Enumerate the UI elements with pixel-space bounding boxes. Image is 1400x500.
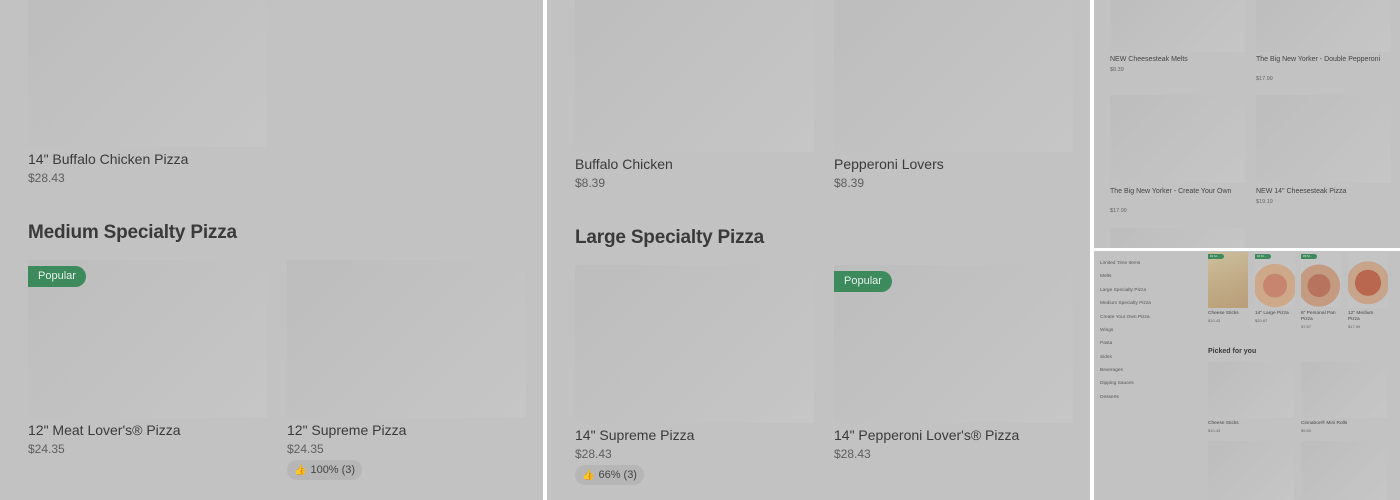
cheesesteak-pizza-image[interactable] bbox=[1256, 95, 1391, 183]
item-price: $8.39 bbox=[575, 176, 606, 190]
buffalo-chicken-image[interactable] bbox=[575, 0, 814, 152]
item-name[interactable]: NEW 14" Cheesesteak Pizza bbox=[1256, 187, 1391, 196]
category-link-wings[interactable]: Wings bbox=[1100, 328, 1113, 333]
rank-badge: #2 M... bbox=[1255, 254, 1271, 259]
menu-panel-limited-items: NEW Cheesesteak Melts $8.39 The Big New … bbox=[1094, 0, 1400, 248]
item-name[interactable]: 14" Large Pizza bbox=[1255, 311, 1297, 317]
cheesesteak-melts-image[interactable] bbox=[1110, 0, 1245, 52]
supreme-pizza-image[interactable] bbox=[287, 260, 526, 418]
rating-badge: 👍 100% (3) bbox=[287, 460, 363, 480]
section-title: Large Specialty Pizza bbox=[575, 227, 765, 248]
popular-badge: Popular bbox=[28, 266, 86, 287]
cinnabon-mini-rolls-image[interactable] bbox=[1301, 362, 1387, 418]
pepperoni-lovers-image[interactable] bbox=[834, 0, 1073, 152]
item-name[interactable]: Cheese Sticks bbox=[1208, 311, 1250, 317]
item-price: $7.67 bbox=[1301, 324, 1312, 329]
large-pizza-thumbnail[interactable]: #2 M... bbox=[1255, 252, 1295, 308]
menu-panel-large-specialty: Buffalo Chicken $8.39 Pepperoni Lovers $… bbox=[547, 0, 1090, 500]
item-price: $10.43 bbox=[1208, 428, 1221, 433]
double-pepperoni-image[interactable] bbox=[1256, 0, 1391, 52]
item-name[interactable]: 12" Meat Lover's® Pizza bbox=[28, 422, 181, 438]
popular-badge: Popular bbox=[834, 271, 892, 292]
item-name[interactable]: 12" Medium Pizza bbox=[1348, 311, 1378, 322]
personal-pan-pizza-thumbnail[interactable]: #3 M... bbox=[1301, 252, 1341, 308]
buffalo-chicken-pizza-image[interactable] bbox=[28, 0, 267, 147]
next-picked-item-image[interactable] bbox=[1301, 441, 1387, 500]
item-name[interactable]: Buffalo Chicken bbox=[575, 156, 673, 172]
picked-for-you-heading: Picked for you bbox=[1208, 348, 1257, 355]
category-link-pasta[interactable]: Pasta bbox=[1100, 341, 1112, 346]
create-your-own-image[interactable] bbox=[1110, 95, 1245, 183]
thumbs-up-icon: 👍 bbox=[582, 470, 595, 481]
menu-panel-medium-specialty: 14" Buffalo Chicken Pizza $28.43 Medium … bbox=[0, 0, 543, 500]
item-name[interactable]: Cheese Sticks bbox=[1208, 421, 1294, 427]
cheese-sticks-thumbnail[interactable]: #1 M... bbox=[1208, 252, 1248, 308]
item-name[interactable]: 14" Supreme Pizza bbox=[575, 427, 694, 443]
item-name[interactable]: 6" Personal Pan Pizza bbox=[1301, 311, 1341, 322]
item-price: $17.99 bbox=[1110, 208, 1127, 214]
rating-badge: 👍 66% (3) bbox=[575, 465, 644, 485]
category-link-dipping-sauces[interactable]: Dipping Sauces bbox=[1100, 381, 1134, 386]
item-name[interactable]: Pepperoni Lovers bbox=[834, 156, 944, 172]
item-price: $28.43 bbox=[28, 171, 65, 185]
item-price: $8.39 bbox=[834, 176, 865, 190]
item-name[interactable]: NEW Cheesesteak Melts bbox=[1110, 55, 1245, 64]
item-name[interactable]: Cinnabon® Mini Rolls bbox=[1301, 421, 1387, 427]
category-link-sides[interactable]: Sides bbox=[1100, 355, 1112, 360]
item-price: $24.35 bbox=[287, 442, 324, 456]
thumbs-up-icon: 👍 bbox=[294, 465, 307, 476]
item-name[interactable]: 14" Pepperoni Lover's® Pizza bbox=[834, 427, 1019, 443]
item-price: $28.43 bbox=[575, 447, 612, 461]
item-price: $19.19 bbox=[1256, 199, 1273, 205]
section-title: Medium Specialty Pizza bbox=[28, 222, 237, 243]
rank-badge: #3 M... bbox=[1301, 254, 1317, 259]
category-link-beverages[interactable]: Beverages bbox=[1100, 368, 1123, 373]
category-link-melts[interactable]: Melts bbox=[1100, 274, 1111, 279]
cheese-sticks-image[interactable] bbox=[1208, 362, 1294, 418]
item-price: $20.87 bbox=[1255, 318, 1268, 323]
item-price: $17.99 bbox=[1256, 76, 1273, 82]
rank-badge: #1 M... bbox=[1208, 254, 1224, 259]
next-picked-item-image[interactable] bbox=[1208, 441, 1294, 500]
rating-text: 100% (3) bbox=[310, 464, 356, 476]
menu-panel-categories: Limited Time Items Melts Large Specialty… bbox=[1094, 251, 1400, 500]
category-link-medium-specialty-pizza[interactable]: Medium Specialty Pizza bbox=[1100, 301, 1151, 306]
category-link-create-your-own-pizza[interactable]: Create Your Own Pizza bbox=[1100, 315, 1150, 320]
category-link-large-specialty-pizza[interactable]: Large Specialty Pizza bbox=[1100, 288, 1146, 293]
item-price: $17.99 bbox=[1348, 324, 1361, 329]
item-name[interactable]: The Big New Yorker - Create Your Own bbox=[1110, 187, 1245, 196]
item-price: $24.35 bbox=[28, 442, 65, 456]
item-price: $28.43 bbox=[834, 447, 871, 461]
item-price: $10.43 bbox=[1208, 318, 1221, 323]
item-price: $8.39 bbox=[1110, 67, 1124, 73]
item-price: $9.59 bbox=[1301, 428, 1312, 433]
category-link-limited-time-items[interactable]: Limited Time Items bbox=[1100, 261, 1140, 266]
item-name[interactable]: 12" Supreme Pizza bbox=[287, 422, 406, 438]
item-name[interactable]: 14" Buffalo Chicken Pizza bbox=[28, 151, 188, 167]
next-item-image[interactable] bbox=[1110, 228, 1245, 248]
medium-pizza-thumbnail[interactable] bbox=[1348, 252, 1388, 308]
item-name[interactable]: The Big New Yorker - Double Pepperoni bbox=[1256, 55, 1391, 64]
supreme-pizza-image[interactable] bbox=[575, 265, 814, 423]
category-link-desserts[interactable]: Desserts bbox=[1100, 395, 1119, 400]
rating-text: 66% (3) bbox=[598, 469, 637, 481]
